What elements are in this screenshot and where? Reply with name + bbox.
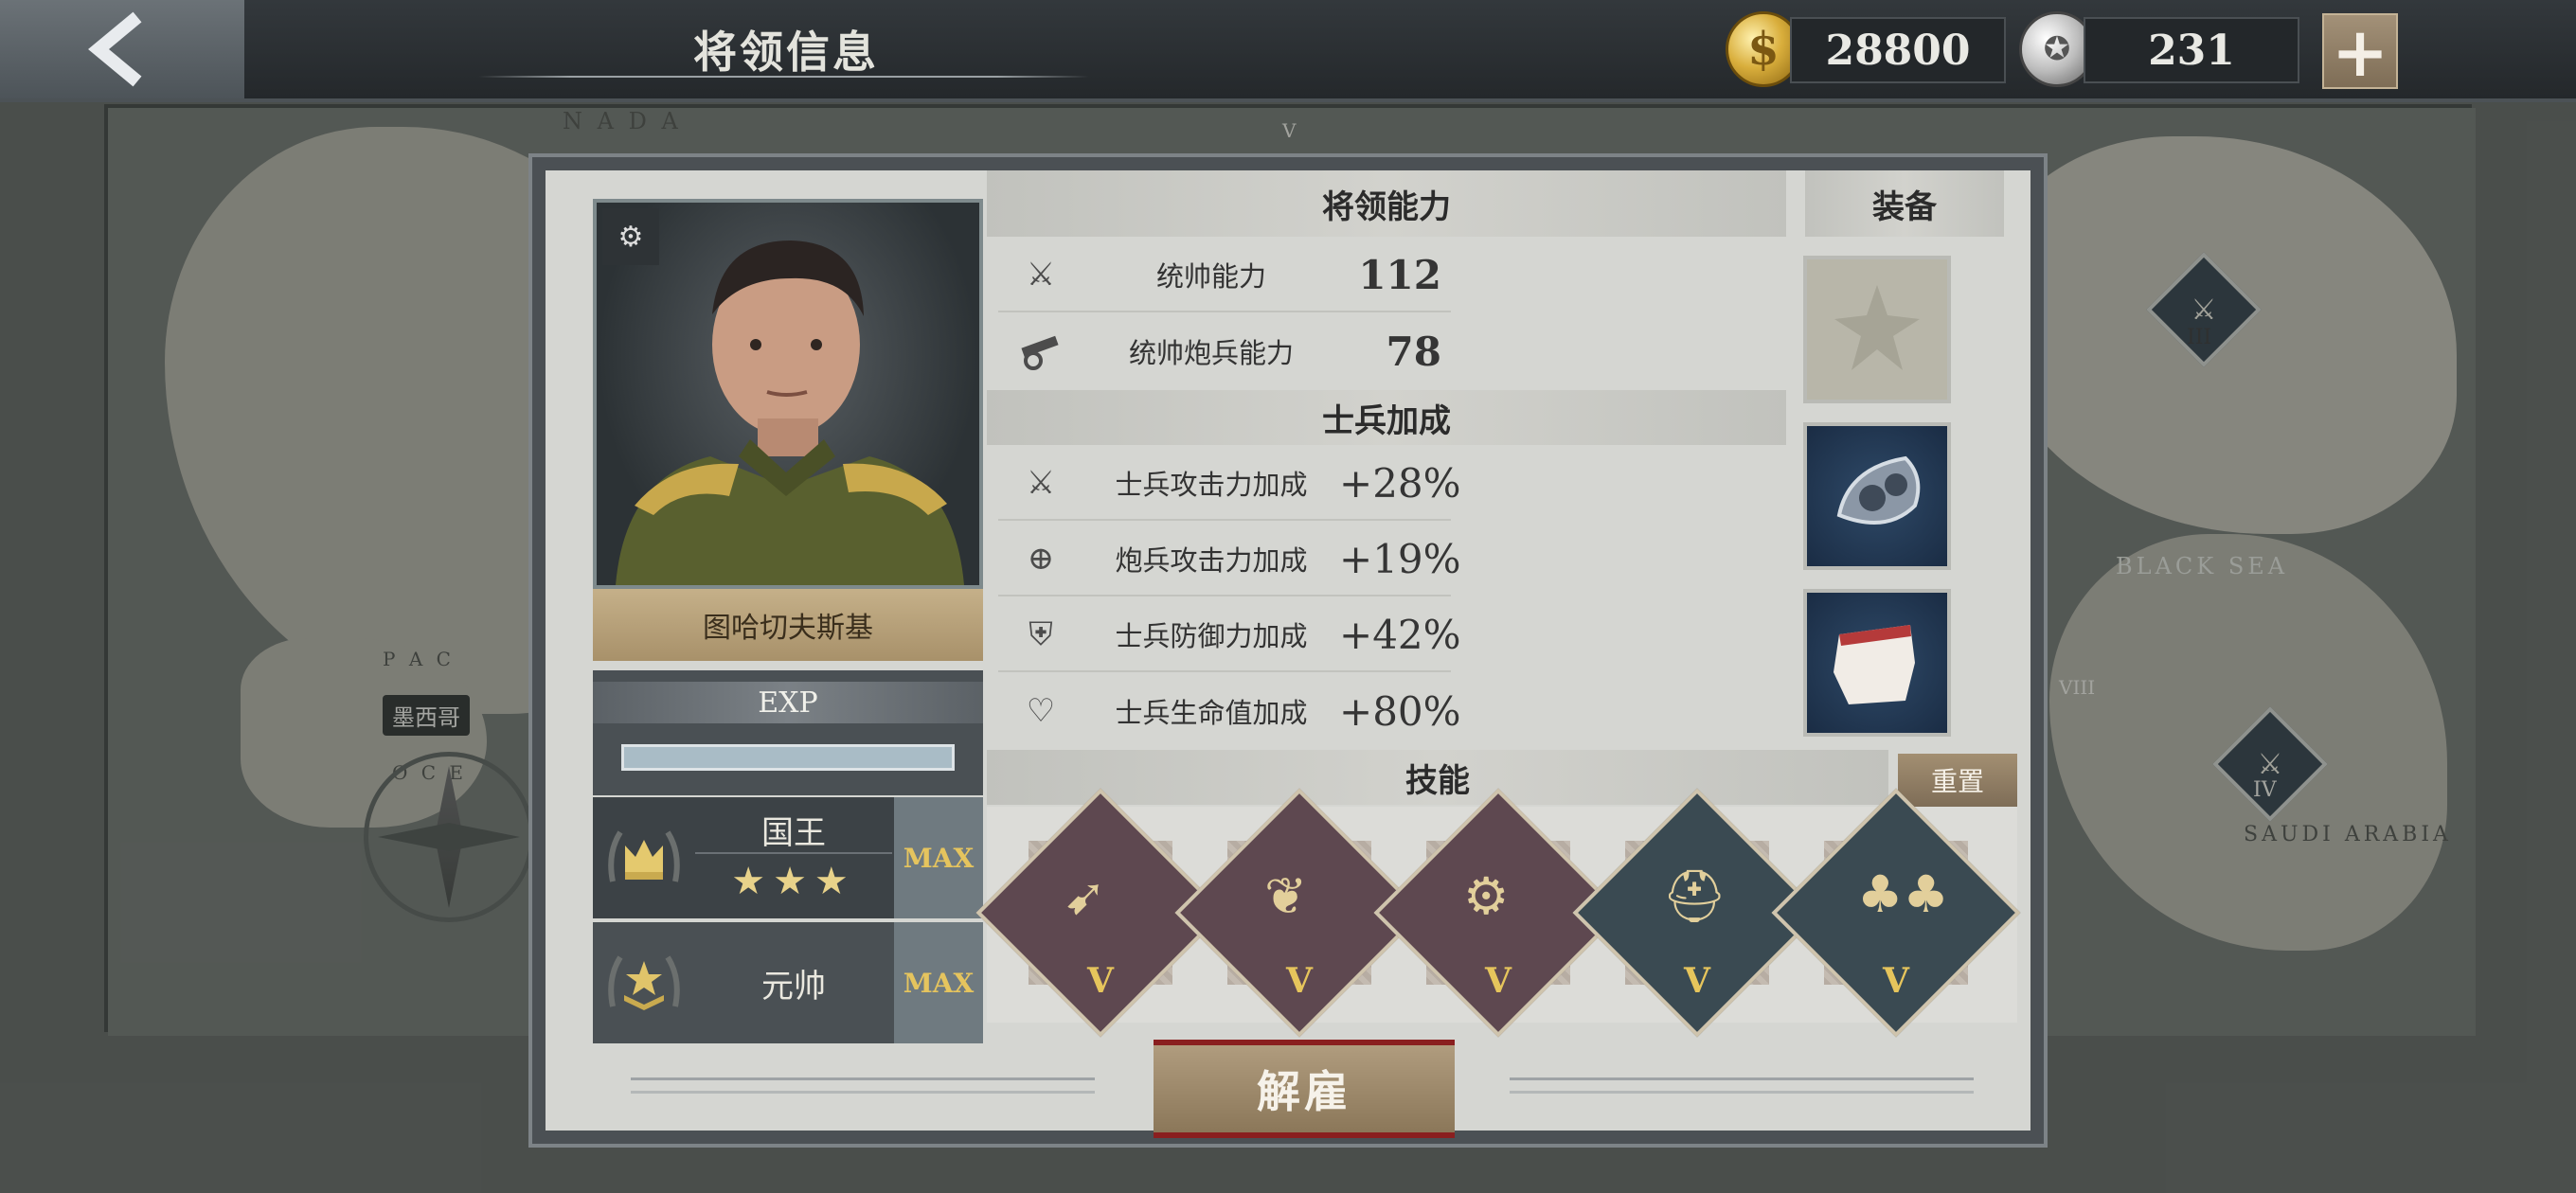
top-bar: 将领信息 $ 28800 ✪ 231 +: [0, 0, 2576, 102]
bonus-label: 士兵生命值加成: [1115, 697, 1308, 729]
abilities-header: 将领能力: [987, 170, 1786, 237]
skill-level: V: [1286, 961, 1313, 1001]
gold-amount: 28800: [1790, 17, 2006, 83]
bonus-value: +80%: [1339, 687, 1461, 735]
bonus-label: 士兵防御力加成: [1115, 620, 1308, 652]
skill-slot[interactable]: ➹ V: [975, 788, 1225, 1038]
back-button[interactable]: [0, 0, 244, 98]
decor-line: [631, 1077, 1095, 1080]
ability-row: ⚔ 统帅能力 112: [998, 239, 1451, 312]
noble-rank-row: 国王 ★★★ MAX: [593, 797, 983, 918]
bonus-value: +42%: [1339, 611, 1461, 658]
bonus-row: ⊕ 炮兵攻击力加成 +19%: [998, 523, 1461, 596]
exp-label: EXP: [593, 682, 983, 723]
cape-item[interactable]: [1803, 589, 1951, 737]
equipment-header: 装备: [1805, 170, 2004, 237]
cape-icon: [1834, 625, 1915, 704]
general-info-dialog: ⚙ 图哈切夫斯基 EXP 国王 ★★★ MAX 元帅 MAX 将领能力 装备 ⚔…: [528, 153, 2048, 1148]
bonuses-header: 士兵加成: [987, 390, 1786, 445]
skill-slot[interactable]: ♣♣ V: [1771, 788, 2021, 1038]
rank-stars: ★★★: [731, 860, 856, 903]
bonus-label: 士兵攻击力加成: [1115, 469, 1308, 501]
ability-label: 统帅炮兵能力: [1128, 337, 1294, 369]
skill-slot[interactable]: ❦ V: [1174, 788, 1424, 1038]
ability-value: 112: [1358, 251, 1441, 298]
goggles-icon: [1836, 455, 1921, 525]
artillery-plus-icon: ⊕: [1027, 540, 1055, 578]
empty-medal-slot[interactable]: [1803, 256, 1951, 403]
heart-plus-icon: ♡: [1026, 692, 1056, 730]
reset-skills-button[interactable]: 重置: [1898, 754, 2017, 807]
decor-line: [631, 1091, 1095, 1094]
skill-level: V: [1883, 961, 1909, 1001]
skill-level: V: [1485, 961, 1512, 1001]
general-name: 图哈切夫斯基: [593, 589, 983, 661]
goggles-item[interactable]: [1803, 422, 1951, 570]
skill-level: V: [1684, 961, 1710, 1001]
chevron-left-icon: [88, 11, 142, 87]
medal-amount: 231: [2084, 17, 2299, 83]
noble-rank-info: 国王 ★★★: [695, 797, 892, 918]
noble-rank-title: 国王: [761, 814, 826, 852]
exp-progress-bar: [621, 744, 955, 771]
ability-value: 78: [1386, 328, 1441, 375]
bonus-row: ♡ 士兵生命值加成 +80%: [998, 674, 1461, 748]
exp-panel: EXP: [593, 670, 983, 795]
bonus-label: 炮兵攻击力加成: [1115, 544, 1308, 577]
skills-header: 技能: [987, 750, 1888, 805]
ability-row: 统帅炮兵能力 78: [998, 314, 1451, 388]
skill-slot[interactable]: ⛑ V: [1572, 788, 1822, 1038]
dialog-body: ⚙ 图哈切夫斯基 EXP 国王 ★★★ MAX 元帅 MAX 将领能力 装备 ⚔…: [546, 170, 2030, 1138]
military-rank-max: MAX: [894, 922, 983, 1043]
general-portrait: ⚙: [593, 199, 983, 589]
cannon-icon: [998, 332, 1083, 370]
crossed-swords-icon: ⚔: [1026, 256, 1056, 294]
decor-line: [1510, 1091, 1974, 1094]
medal-placeholder-icon: [1834, 285, 1920, 370]
crown-icon: [593, 797, 695, 918]
decor-line: [1510, 1077, 1974, 1080]
shield-plus-icon: ⛨: [1029, 615, 1053, 653]
bonus-value: +28%: [1339, 459, 1461, 507]
attack-plus-icon: ⚔: [1026, 464, 1056, 502]
artillery-class-icon: ⚙: [602, 208, 659, 265]
dismiss-button[interactable]: 解雇: [1154, 1040, 1455, 1138]
add-currency-button[interactable]: +: [2322, 10, 2398, 92]
military-rank-row: 元帅 MAX: [593, 922, 983, 1043]
ability-label: 统帅能力: [1155, 260, 1266, 293]
skill-level: V: [1087, 961, 1114, 1001]
bonus-row: ⚔ 士兵攻击力加成 +28%: [998, 447, 1461, 521]
skill-slot[interactable]: ⚙ V: [1373, 788, 1623, 1038]
title-underline: [478, 76, 1089, 78]
plus-icon: +: [2331, 10, 2389, 92]
divider: [695, 852, 892, 854]
page-title: 将领信息: [693, 27, 879, 78]
marshal-insignia-icon: [593, 922, 695, 1043]
military-rank-title: 元帅: [761, 967, 826, 1006]
bonus-value: +19%: [1339, 535, 1461, 582]
noble-rank-max: MAX: [894, 797, 983, 918]
bonus-row: ⛨ 士兵防御力加成 +42%: [998, 598, 1461, 672]
